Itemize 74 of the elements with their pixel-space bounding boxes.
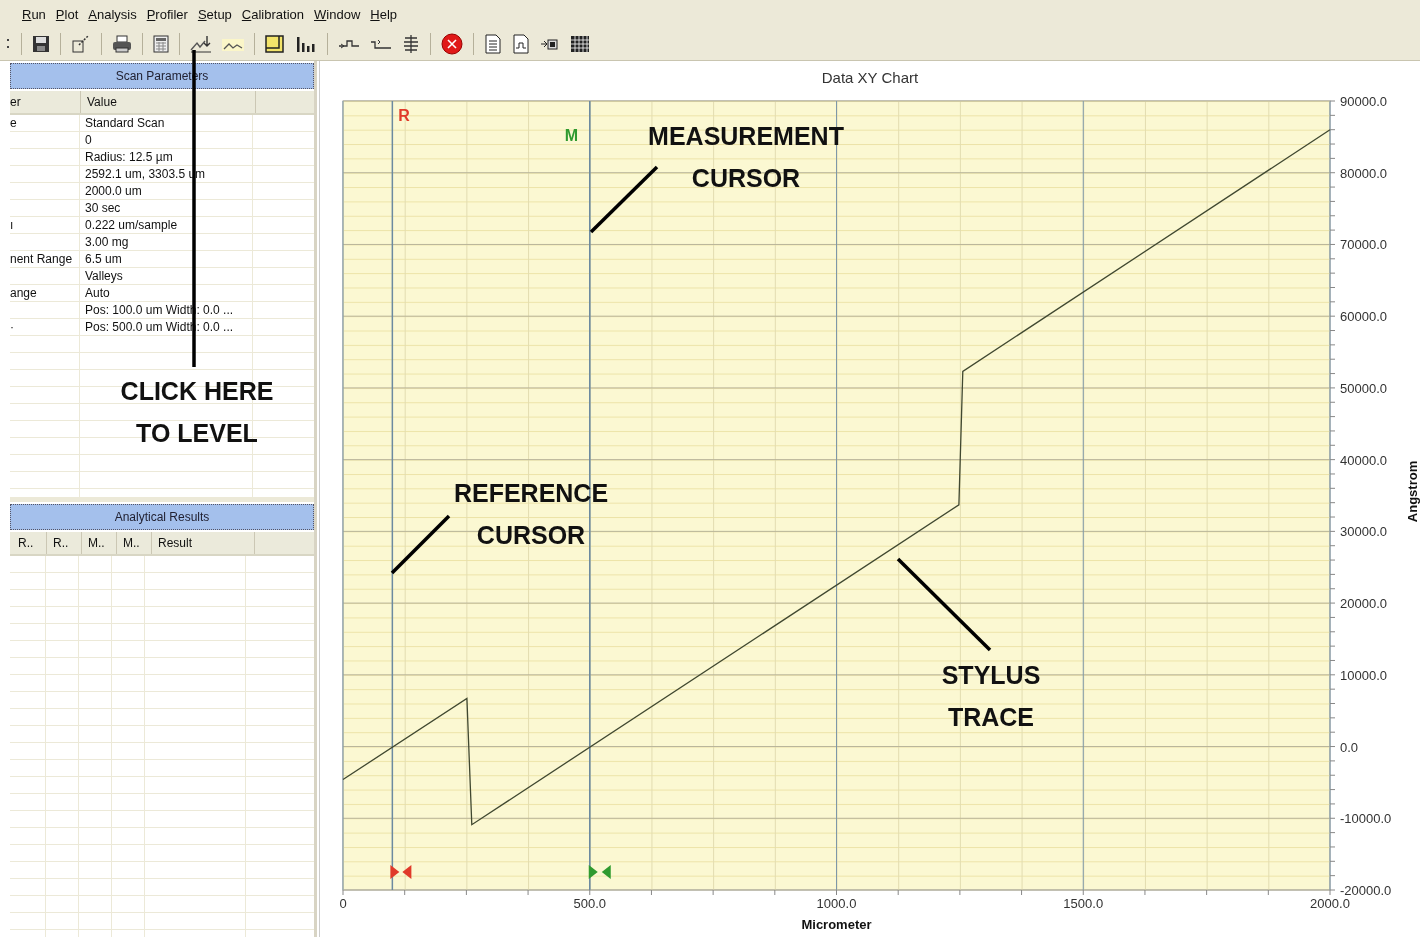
table-cell: 2000.0 um [80, 183, 253, 199]
stop-icon [441, 33, 463, 55]
table-cell: · [10, 319, 80, 335]
cursor-label: R [398, 107, 410, 124]
grid-icon [570, 35, 590, 53]
level-icon [190, 35, 212, 53]
x-axis-title: Micrometer [801, 917, 872, 932]
menu-item[interactable]: Run [18, 4, 50, 24]
y-tick-label: 70000.0 [1340, 237, 1387, 253]
cursor-handle-icon[interactable] [588, 865, 611, 879]
y-tick-label: 80000.0 [1340, 165, 1387, 181]
menu-item[interactable]: Window [310, 4, 365, 24]
y-tick-label: 40000.0 [1340, 452, 1387, 468]
table-cell: Radius: 12.5 µm [80, 149, 253, 165]
x-tick-label: 500.0 [573, 896, 606, 911]
chart-title: Data XY Chart [820, 69, 920, 86]
x-tick-label: 1500.0 [1063, 896, 1104, 911]
edit-icon [71, 35, 91, 53]
table-cell: 3.00 mg [80, 234, 253, 250]
leader-line [390, 514, 451, 575]
table-cell: 0 [80, 132, 253, 148]
table-cell: ange [10, 285, 80, 301]
print-icon [112, 35, 132, 53]
y-tick-label: 30000.0 [1340, 524, 1387, 540]
table-cell: Auto [80, 285, 253, 301]
bar-chart-icon [295, 35, 317, 53]
stacked-lines-icon [402, 34, 420, 54]
y-tick-label: 60000.0 [1340, 309, 1387, 325]
frame-icon [265, 35, 285, 53]
document-graph-icon [512, 34, 530, 54]
callout-text: STYLUS TRACE [941, 660, 1041, 733]
y-tick-label: -20000.0 [1340, 883, 1392, 898]
document-list-icon [484, 34, 502, 54]
column-header[interactable]: R.. [47, 532, 82, 554]
y-tick-label: 50000.0 [1340, 380, 1387, 396]
x-tick-label: 2000.0 [1310, 896, 1350, 911]
y-axis-title: Angstrom [1405, 460, 1420, 523]
x-tick-label: 1000.0 [816, 896, 857, 911]
callout-text: CLICK HERE TO LEVEL [120, 376, 274, 449]
column-header[interactable]: M.. [82, 532, 117, 554]
column-header[interactable]: er [10, 91, 81, 113]
menu-item[interactable]: Setup [193, 4, 236, 24]
callout-text: MEASUREMENT CURSOR [648, 121, 844, 194]
toolbar-button[interactable] [438, 31, 466, 57]
column-header[interactable]: Value [81, 91, 256, 113]
table-cell: 6.5 um [80, 251, 253, 267]
column-header[interactable]: R.. [10, 532, 47, 554]
table-cell: 30 sec [80, 200, 253, 216]
table-cell: e [10, 115, 80, 131]
y-tick-label: 0.0 [1340, 739, 1359, 755]
table-cell: 0.222 um/sample [80, 217, 253, 233]
y-tick-label: 10000.0 [1340, 667, 1387, 683]
column-header[interactable]: Result [152, 532, 255, 554]
column-header[interactable]: M.. [117, 532, 152, 554]
y-tick-label: -10000.0 [1340, 811, 1392, 827]
menu-item[interactable]: Analysis [84, 4, 141, 24]
table-cell: Standard Scan [80, 115, 253, 131]
x-tick-label: 0 [339, 896, 347, 911]
cursor-line[interactable] [391, 100, 394, 891]
y-tick-label: 20000.0 [1340, 596, 1387, 612]
table-cell: ı [10, 217, 80, 233]
menu-item[interactable]: Plot [51, 4, 83, 24]
cursor-label: M [564, 127, 579, 144]
save-icon [32, 35, 50, 53]
y-tick-label: 90000.0 [1340, 94, 1387, 109]
menu-item[interactable]: Help [366, 4, 401, 24]
menu-item[interactable]: Calibration [237, 4, 308, 24]
menu-item[interactable]: Profiler [142, 4, 192, 24]
table-cell: Valleys [80, 268, 253, 284]
calculator-icon [153, 35, 169, 53]
table-cell: nent Range [10, 251, 80, 267]
panel-header: Analytical Results [10, 504, 314, 530]
cursor-handle-icon[interactable] [390, 865, 412, 879]
leader-line [589, 165, 659, 234]
